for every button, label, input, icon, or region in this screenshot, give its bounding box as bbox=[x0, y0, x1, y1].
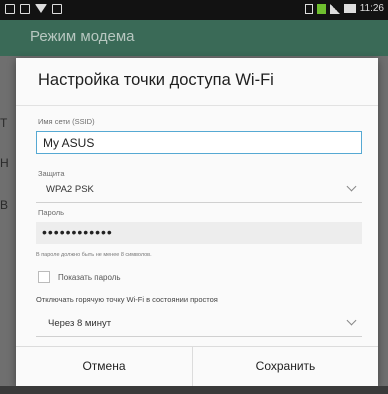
status-right-icons: 11:26 bbox=[304, 3, 384, 14]
security-label: Защита bbox=[38, 169, 65, 178]
chevron-down-icon bbox=[346, 315, 357, 326]
navigation-bar bbox=[0, 386, 388, 394]
app-bar-title: Режим модема bbox=[30, 28, 135, 45]
mute-icon bbox=[304, 3, 313, 14]
cancel-button[interactable]: Отмена bbox=[16, 346, 192, 386]
sim-icon bbox=[316, 3, 326, 14]
ssid-value: My ASUS bbox=[43, 136, 95, 150]
idle-timeout-value: Через 8 минут bbox=[48, 318, 112, 329]
status-bar: 11:26 bbox=[0, 0, 388, 20]
ssid-input[interactable]: My ASUS bbox=[36, 131, 362, 154]
password-value: •••••••••••• bbox=[42, 224, 113, 240]
dialog-title: Настройка точки доступа Wi-Fi bbox=[38, 71, 274, 89]
password-label: Пароль bbox=[38, 208, 65, 217]
app-bar: Режим модема bbox=[0, 20, 388, 56]
security-value: WPA2 PSK bbox=[46, 184, 94, 195]
status-time: 11:26 bbox=[359, 3, 384, 14]
wifi-icon bbox=[35, 4, 47, 13]
password-hint: В пароле должно быть не менее 8 символов… bbox=[36, 252, 152, 258]
password-input[interactable]: •••••••••••• bbox=[36, 222, 362, 244]
image-icon bbox=[5, 4, 15, 14]
sd-card-icon bbox=[52, 4, 62, 14]
idle-timeout-label: Отключать горячую точку Wi-Fi в состояни… bbox=[36, 295, 218, 304]
security-underline bbox=[36, 202, 362, 203]
ssid-label: Имя сети (SSID) bbox=[38, 117, 95, 126]
idle-underline bbox=[36, 336, 362, 337]
hotspot-settings-dialog: Настройка точки доступа Wi-Fi Имя сети (… bbox=[16, 58, 378, 386]
message-icon bbox=[20, 4, 30, 14]
save-button[interactable]: Сохранить bbox=[193, 346, 378, 386]
chevron-down-icon bbox=[346, 181, 357, 192]
signal-icon bbox=[329, 3, 340, 14]
show-password-checkbox[interactable] bbox=[38, 271, 50, 283]
show-password-label[interactable]: Показать пароль bbox=[58, 273, 121, 282]
battery-icon bbox=[343, 4, 356, 13]
status-left-icons bbox=[5, 4, 62, 14]
title-divider bbox=[16, 105, 378, 106]
